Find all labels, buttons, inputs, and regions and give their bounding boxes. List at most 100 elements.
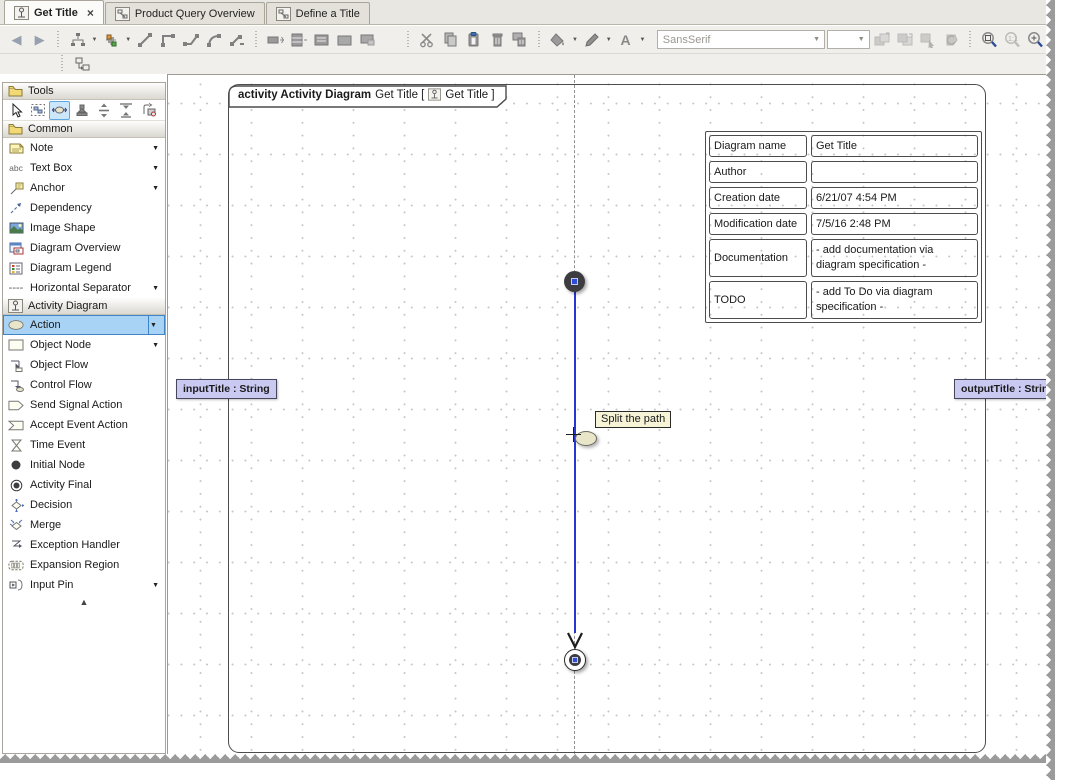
palette-item-accept-event-action[interactable]: Accept Event Action <box>3 415 165 435</box>
palette-item-object-node[interactable]: Object Node ▼ <box>3 335 165 355</box>
zoom-in-button[interactable] <box>1025 29 1046 51</box>
activity-parameter-output[interactable]: outputTitle : String <box>954 379 1046 399</box>
dropdown-icon[interactable]: ▼ <box>152 165 163 172</box>
zoom-region-button[interactable] <box>979 29 1000 51</box>
palette-item-expansion-region[interactable]: Expansion Region <box>3 555 165 575</box>
font-size-combobox[interactable]: ▼ <box>827 30 870 49</box>
line-color-button[interactable] <box>581 29 602 51</box>
quick-layout-dropdown-icon[interactable]: ▼ <box>124 37 133 43</box>
info-value[interactable]: 7/5/16 2:48 PM <box>811 213 978 235</box>
dropdown-icon[interactable]: ▼ <box>152 342 163 349</box>
palette-item-initial-node[interactable]: Initial Node <box>3 455 165 475</box>
info-label[interactable]: Modification date <box>709 213 807 235</box>
font-color-dropdown-icon[interactable]: ▼ <box>638 37 647 43</box>
palette-item-diagram-overview[interactable]: Diagram Overview <box>3 238 165 258</box>
palette-item-activity-final[interactable]: Activity Final <box>3 475 165 495</box>
send-backward-button[interactable] <box>895 29 916 51</box>
paste-button[interactable] <box>463 29 484 51</box>
info-value[interactable] <box>811 161 978 183</box>
autosize-shape-button[interactable] <box>265 29 286 51</box>
forward-button[interactable]: ▶ <box>29 29 50 51</box>
palette-section-activity-diagram[interactable]: Activity Diagram <box>3 298 165 315</box>
palette-item-horizontal-separator[interactable]: ---- Horizontal Separator ▼ <box>3 278 165 298</box>
fill-shape-button[interactable] <box>334 29 355 51</box>
palette-section-common[interactable]: Common <box>3 121 165 138</box>
rectilinear-path-style-button[interactable] <box>158 29 179 51</box>
oblique-path-style-button[interactable] <box>135 29 156 51</box>
delete-from-model-button[interactable] <box>510 29 531 51</box>
selection-handle[interactable] <box>571 278 578 285</box>
stamp-tool[interactable] <box>71 101 92 120</box>
cut-button[interactable] <box>417 29 438 51</box>
selection-handle[interactable] <box>572 657 578 663</box>
frame-header[interactable]: activity Activity Diagram Get Title [ Ge… <box>228 85 507 108</box>
delete-button[interactable] <box>487 29 508 51</box>
tab-define-a-title[interactable]: Define a Title <box>265 2 370 24</box>
marquee-select-tool[interactable] <box>27 101 48 120</box>
font-name-combobox[interactable]: SansSerif ▼ <box>656 30 826 49</box>
diagram-canvas[interactable]: activity Activity Diagram Get Title [ Ge… <box>167 74 1046 754</box>
palette-section-tools[interactable]: Tools <box>3 83 165 100</box>
layout-compartments-button[interactable] <box>288 29 309 51</box>
refresh-shape-button[interactable] <box>941 29 962 51</box>
split-path-tool[interactable] <box>49 100 70 120</box>
swap-elements-tool[interactable] <box>137 101 158 120</box>
info-label[interactable]: TODO <box>709 281 807 319</box>
palette-item-exception-handler[interactable]: Exception Handler <box>3 535 165 555</box>
dropdown-icon[interactable]: ▼ <box>152 582 163 589</box>
info-label[interactable]: Diagram name <box>709 135 807 157</box>
bent-path-style-button[interactable] <box>181 29 202 51</box>
palette-item-send-signal-action[interactable]: Send Signal Action <box>3 395 165 415</box>
quick-layout-button[interactable] <box>101 29 122 51</box>
dropdown-icon[interactable]: ▼ <box>152 185 163 192</box>
control-flow-edge[interactable] <box>574 291 576 633</box>
diagram-info-table[interactable]: Diagram name Get Title Author Creation d… <box>705 131 982 323</box>
spline-path-style-button[interactable] <box>227 29 248 51</box>
palette-item-diagram-legend[interactable]: Diagram Legend <box>3 258 165 278</box>
select-tool[interactable] <box>5 101 26 120</box>
tab-close-icon[interactable]: × <box>87 7 94 19</box>
bring-forward-button[interactable] <box>872 29 893 51</box>
show-containment-button[interactable] <box>71 53 93 75</box>
info-value[interactable]: Get Title <box>811 135 978 157</box>
palette-item-text-box[interactable]: abc Text Box ▼ <box>3 158 165 178</box>
info-label[interactable]: Author <box>709 161 807 183</box>
palette-item-dependency[interactable]: Dependency <box>3 198 165 218</box>
info-value[interactable]: - add documentation via diagram specific… <box>811 239 978 277</box>
dropdown-icon[interactable]: ▼ <box>152 285 163 292</box>
edit-compartments-button[interactable] <box>311 29 332 51</box>
info-label[interactable]: Documentation <box>709 239 807 277</box>
palette-item-action[interactable]: Action ▼ <box>3 315 165 335</box>
palette-item-input-pin[interactable]: Input Pin ▼ <box>3 575 165 595</box>
font-color-button[interactable]: A <box>615 29 636 51</box>
zoom-one-to-one-button[interactable]: 1:1 <box>1002 29 1023 51</box>
tab-get-title[interactable]: Get Title × <box>4 0 104 24</box>
palette-item-decision[interactable]: Decision <box>3 495 165 515</box>
select-related-elements-button[interactable] <box>918 29 939 51</box>
palette-item-object-flow[interactable]: Object Flow <box>3 355 165 375</box>
dropdown-box[interactable]: ▼ <box>148 316 162 334</box>
curved-path-style-button[interactable] <box>204 29 225 51</box>
vertical-compress-tool[interactable] <box>115 101 136 120</box>
layout-tree-dropdown-icon[interactable]: ▼ <box>90 37 99 43</box>
info-value[interactable]: 6/21/07 4:54 PM <box>811 187 978 209</box>
back-button[interactable]: ◀ <box>6 29 27 51</box>
shape-shadow-button[interactable] <box>357 29 378 51</box>
palette-item-anchor[interactable]: Anchor ▼ <box>3 178 165 198</box>
palette-item-control-flow[interactable]: Control Flow <box>3 375 165 395</box>
tab-product-query-overview[interactable]: Product Query Overview <box>104 2 265 24</box>
activity-final-node[interactable] <box>564 649 586 671</box>
layout-tree-button[interactable] <box>67 29 88 51</box>
palette-scroll-up[interactable]: ▲ <box>3 595 165 609</box>
line-color-dropdown-icon[interactable]: ▼ <box>604 37 613 43</box>
dropdown-icon[interactable]: ▼ <box>152 145 163 152</box>
fill-color-button[interactable] <box>548 29 569 51</box>
palette-item-time-event[interactable]: Time Event <box>3 435 165 455</box>
fill-color-dropdown-icon[interactable]: ▼ <box>571 37 580 43</box>
copy-button[interactable] <box>440 29 461 51</box>
activity-parameter-input[interactable]: inputTitle : String <box>176 379 277 399</box>
palette-item-merge[interactable]: Merge <box>3 515 165 535</box>
info-value[interactable]: - add To Do via diagram specification - <box>811 281 978 319</box>
palette-item-note[interactable]: Note ▼ <box>3 138 165 158</box>
palette-item-image-shape[interactable]: Image Shape <box>3 218 165 238</box>
